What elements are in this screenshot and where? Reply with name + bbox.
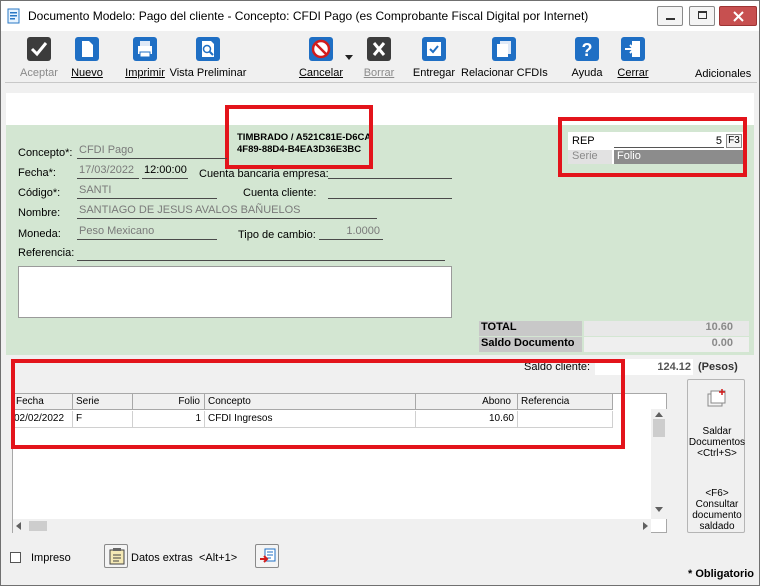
nuevo-button[interactable]: Nuevo [67, 31, 107, 83]
vista-preliminar-button[interactable]: Vista Preliminar [169, 31, 247, 83]
cerrar-label: Cerrar [617, 67, 649, 79]
maximize-icon [698, 11, 707, 19]
aceptar-label: Aceptar [20, 67, 58, 79]
nombre-label: Nombre: [18, 207, 61, 219]
obligatorio-note: * Obligatorio [688, 568, 754, 580]
borrar-label: Borrar [363, 67, 395, 79]
moneda-field[interactable]: Peso Mexicano [77, 225, 217, 240]
new-document-icon [75, 37, 99, 61]
saldo-cliente-currency: (Pesos) [698, 361, 738, 373]
help-icon: ? [575, 37, 599, 61]
entregar-button[interactable]: Entregar [409, 31, 459, 83]
codigo-field[interactable]: SANTI [77, 184, 217, 199]
cerrar-button[interactable]: Cerrar [613, 31, 653, 83]
tipo-cambio-field[interactable]: 1.0000 [319, 225, 383, 240]
highlight-serie-folio [558, 117, 747, 177]
scroll-left-arrow-icon[interactable] [16, 522, 21, 530]
extra-actions-button[interactable] [255, 544, 279, 568]
imprimir-button[interactable]: Imprimir [123, 31, 167, 83]
impreso-checkbox[interactable] [10, 552, 21, 563]
svg-text:?: ? [582, 40, 593, 60]
datos-extras-label: Datos extras [131, 552, 193, 564]
grid-horizontal-scrollbar[interactable] [13, 519, 651, 533]
window-title: Documento Modelo: Pago del cliente - Con… [28, 9, 589, 23]
fecha-field[interactable]: 17/03/2022 [77, 164, 139, 179]
highlight-timbrado [225, 105, 373, 169]
saldar-documentos-button[interactable]: Saldar Documentos <Ctrl+S> <F6> Consulta… [687, 379, 745, 533]
notes-icon [109, 548, 125, 565]
borrar-button[interactable]: Borrar [357, 31, 401, 83]
imprimir-label: Imprimir [125, 67, 165, 79]
impreso-label: Impreso [31, 552, 71, 564]
relacionar-cfdis-button[interactable]: Relacionar CFDIs [461, 31, 548, 83]
adicionales-menu[interactable]: Adicionales [695, 68, 751, 80]
cuenta-bancaria-field[interactable] [328, 164, 452, 179]
hora-field[interactable]: 12:00:00 [142, 164, 188, 179]
scroll-right-arrow-icon[interactable] [643, 522, 648, 530]
cancelar-button[interactable]: Cancelar [295, 31, 347, 83]
entregar-label: Entregar [412, 67, 456, 79]
referencia-label: Referencia: [18, 247, 75, 259]
consultar-line-4: saldado [699, 521, 735, 532]
cuenta-cliente-field[interactable] [328, 184, 452, 199]
referencia-field[interactable] [77, 246, 445, 261]
tipo-cambio-label: Tipo de cambio: [238, 229, 316, 241]
grid-vertical-scrollbar[interactable] [651, 409, 667, 519]
total-row: TOTAL 10.60 [479, 321, 749, 336]
horizontal-scroll-thumb[interactable] [29, 521, 47, 531]
cuenta-bancaria-label: Cuenta bancaria empresa: [199, 168, 329, 180]
total-value: 10.60 [584, 321, 749, 336]
saldo-documento-value: 0.00 [584, 337, 749, 352]
nuevo-label: Nuevo [71, 67, 103, 79]
saldar-line-3: <Ctrl+S> [697, 448, 737, 459]
cancel-icon [309, 37, 333, 61]
ayuda-label: Ayuda [571, 67, 603, 79]
total-label: TOTAL [479, 321, 582, 336]
moneda-label: Moneda: [18, 228, 61, 240]
document-link-icon [260, 548, 276, 563]
relacionar-cfdis-label: Relacionar CFDIs [461, 67, 548, 79]
highlight-grid [11, 359, 625, 449]
app-icon [7, 8, 20, 24]
exit-icon [621, 37, 645, 61]
datos-extras-shortcut: <Alt+1> [199, 552, 238, 564]
toolbar: Aceptar Nuevo Imprimir Vista Preliminar … [5, 31, 757, 83]
title-bar: Documento Modelo: Pago del cliente - Con… [1, 1, 759, 31]
maximize-button[interactable] [689, 6, 715, 26]
codigo-label: Código*: [18, 187, 61, 199]
datos-extras-button[interactable] [104, 544, 128, 568]
vertical-scroll-thumb[interactable] [653, 419, 665, 437]
close-icon [733, 11, 744, 22]
cancelar-dropdown-arrow-icon[interactable] [345, 55, 353, 60]
settle-documents-icon [707, 389, 726, 407]
concepto-field[interactable]: CFDI Pago [77, 144, 227, 159]
deliver-icon [422, 37, 446, 61]
concepto-label: Concepto*: [18, 147, 73, 159]
minimize-icon [666, 18, 675, 20]
minimize-button[interactable] [657, 6, 683, 26]
related-documents-icon [492, 37, 516, 61]
close-window-button[interactable] [719, 6, 757, 26]
cuenta-cliente-label: Cuenta cliente: [243, 187, 317, 199]
main-window: Documento Modelo: Pago del cliente - Con… [0, 0, 760, 586]
aceptar-button[interactable]: Aceptar [15, 31, 63, 83]
nombre-field[interactable]: SANTIAGO DE JESUS AVALOS BAÑUELOS [77, 204, 377, 219]
saldo-documento-row: Saldo Documento 0.00 [479, 337, 749, 352]
check-icon [27, 37, 51, 61]
observaciones-textarea[interactable] [18, 266, 452, 318]
saldo-documento-label: Saldo Documento [479, 337, 582, 352]
printer-icon [133, 37, 157, 61]
scroll-down-arrow-icon[interactable] [655, 507, 663, 512]
delete-icon [367, 37, 391, 61]
print-preview-icon [196, 37, 220, 61]
vista-preliminar-label: Vista Preliminar [169, 67, 247, 79]
cancelar-label: Cancelar [298, 67, 344, 79]
scroll-up-arrow-icon[interactable] [655, 412, 663, 417]
ayuda-button[interactable]: ? Ayuda [567, 31, 607, 83]
fecha-label: Fecha*: [18, 167, 56, 179]
